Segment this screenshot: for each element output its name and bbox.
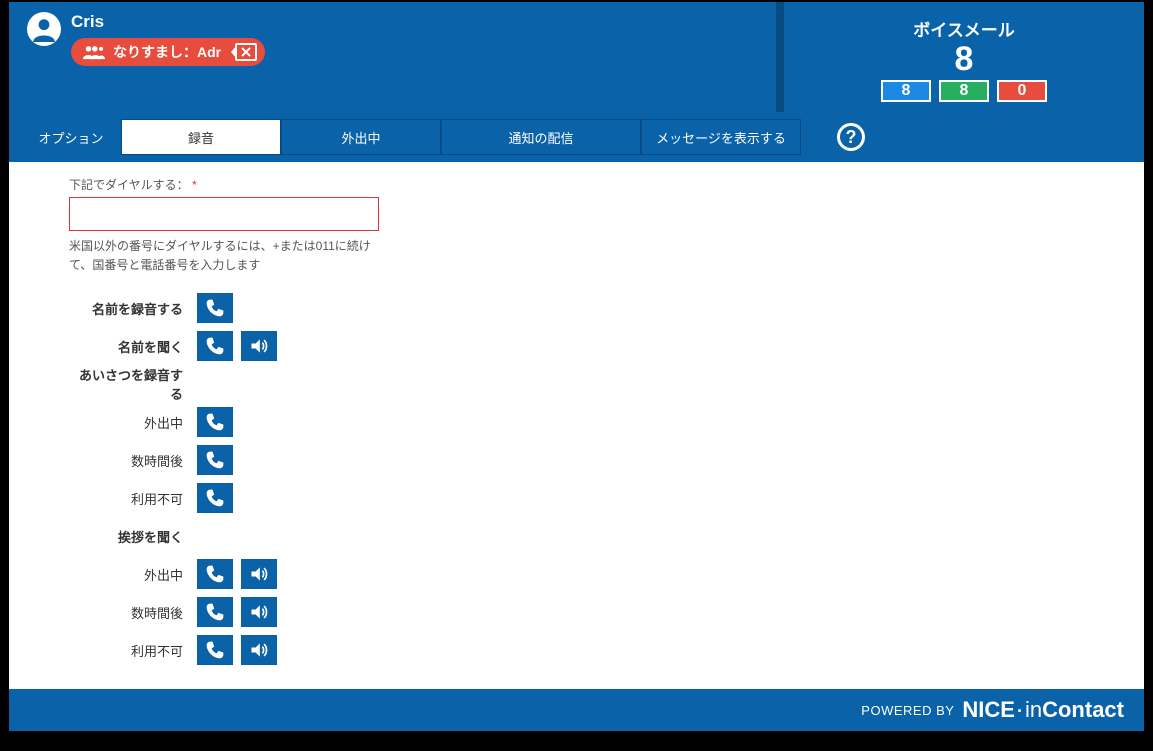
- row-record-greeting-unavailable: 利用不可: [69, 479, 1144, 517]
- voicemail-badges: 8 8 0: [881, 80, 1047, 102]
- label-unavailable2: 利用不可: [69, 641, 189, 660]
- row-record-name: 名前を録音する: [69, 289, 1144, 327]
- record-unavailable-phone-button[interactable]: [197, 483, 233, 513]
- label-hours: 数時間後: [69, 451, 189, 470]
- phone-icon: [205, 488, 225, 508]
- listen-hours-speaker-button[interactable]: [241, 597, 277, 627]
- footer: POWERED BY NICE·inContact: [9, 689, 1144, 731]
- listen-away-phone-button[interactable]: [197, 559, 233, 589]
- row-listen-greeting-header: 挨拶を聞く: [69, 517, 1144, 555]
- content: 下記でダイヤルする： * 米国以外の番号にダイヤルするには、+または011に続け…: [9, 162, 1144, 689]
- recording-grid: 名前を録音する 名前を聞く あいさつを録音する 外出中: [69, 289, 1144, 669]
- header-left: Cris なりすまし：Adr: [9, 2, 784, 112]
- listen-name-phone-button[interactable]: [197, 331, 233, 361]
- label-record-name: 名前を録音する: [69, 299, 189, 318]
- impersonate-badge: なりすまし：Adr: [71, 38, 265, 66]
- tabs-row: オプション 録音 外出中 通知の配信 メッセージを表示する ?: [9, 112, 1144, 162]
- label-listen-name: 名前を聞く: [69, 337, 189, 356]
- record-name-phone-button[interactable]: [197, 293, 233, 323]
- label-listen-greeting: 挨拶を聞く: [69, 527, 189, 546]
- tab-show-messages[interactable]: メッセージを表示する: [641, 119, 801, 155]
- phone-icon: [205, 412, 225, 432]
- listen-name-speaker-button[interactable]: [241, 331, 277, 361]
- app-container: Cris なりすまし：Adr ボイスメール 8 8 8 0: [9, 2, 1144, 731]
- label-away: 外出中: [69, 413, 189, 432]
- phone-icon: [205, 564, 225, 584]
- speaker-icon: [249, 336, 269, 356]
- phone-icon: [205, 298, 225, 318]
- username: Cris: [71, 12, 265, 32]
- row-record-greeting-header: あいさつを録音する: [69, 365, 1144, 403]
- row-listen-greeting-hours: 数時間後: [69, 593, 1144, 631]
- powered-by: POWERED BY: [861, 703, 954, 718]
- phone-icon: [205, 640, 225, 660]
- voicemail-total: 8: [955, 41, 974, 78]
- phone-icon: [205, 602, 225, 622]
- phone-icon: [205, 336, 225, 356]
- brand: NICE·inContact: [962, 697, 1124, 723]
- voicemail-saved-badge[interactable]: 8: [939, 80, 989, 102]
- listen-unavailable-phone-button[interactable]: [197, 635, 233, 665]
- tab-delivery[interactable]: 通知の配信: [441, 119, 641, 155]
- impersonate-close-button[interactable]: [235, 43, 257, 61]
- speaker-icon: [249, 564, 269, 584]
- label-unavailable: 利用不可: [69, 489, 189, 508]
- dial-hint: 米国以外の番号にダイヤルするには、+または011に続けて、国番号と電話番号を入力…: [69, 237, 389, 275]
- voicemail-deleted-badge[interactable]: 0: [997, 80, 1047, 102]
- row-listen-greeting-unavailable: 利用不可: [69, 631, 1144, 669]
- row-listen-name: 名前を聞く: [69, 327, 1144, 365]
- speaker-icon: [249, 640, 269, 660]
- listen-away-speaker-button[interactable]: [241, 559, 277, 589]
- tab-away[interactable]: 外出中: [281, 119, 441, 155]
- people-icon: [83, 44, 105, 60]
- user-section: Cris なりすまし：Adr: [71, 12, 265, 66]
- tab-record[interactable]: 録音: [121, 119, 281, 155]
- record-hours-phone-button[interactable]: [197, 445, 233, 475]
- record-away-phone-button[interactable]: [197, 407, 233, 437]
- listen-unavailable-speaker-button[interactable]: [241, 635, 277, 665]
- header: Cris なりすまし：Adr ボイスメール 8 8 8 0: [9, 2, 1144, 112]
- options-label: オプション: [21, 128, 121, 147]
- phone-icon: [205, 450, 225, 470]
- label-hours2: 数時間後: [69, 603, 189, 622]
- voicemail-title: ボイスメール: [913, 16, 1015, 41]
- dial-input[interactable]: [69, 197, 379, 231]
- label-away2: 外出中: [69, 565, 189, 584]
- impersonate-text: なりすまし：Adr: [113, 42, 221, 62]
- label-record-greeting: あいさつを録音する: [69, 365, 189, 403]
- row-listen-greeting-away: 外出中: [69, 555, 1144, 593]
- row-record-greeting-hours: 数時間後: [69, 441, 1144, 479]
- user-icon: [31, 16, 57, 42]
- listen-hours-phone-button[interactable]: [197, 597, 233, 627]
- voicemail-panel: ボイスメール 8 8 8 0: [784, 2, 1144, 112]
- speaker-icon: [249, 602, 269, 622]
- help-button[interactable]: ?: [837, 123, 865, 151]
- avatar[interactable]: [27, 12, 61, 46]
- dial-label: 下記でダイヤルする： *: [69, 176, 1144, 193]
- row-record-greeting-away: 外出中: [69, 403, 1144, 441]
- close-icon: [241, 47, 251, 57]
- voicemail-new-badge[interactable]: 8: [881, 80, 931, 102]
